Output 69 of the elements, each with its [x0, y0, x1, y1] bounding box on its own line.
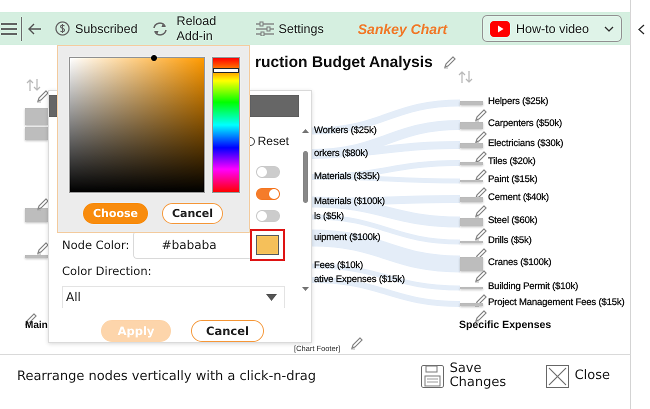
dollar-coin-icon [55, 21, 70, 36]
node-label: Materials ($35k) [314, 171, 380, 183]
node-bar[interactable] [25, 208, 48, 222]
node-label: Helpers ($25k) [488, 96, 548, 108]
scroll-down-icon [302, 287, 308, 291]
hue-handle[interactable] [213, 68, 239, 74]
node-label: uipment ($100k) [314, 232, 380, 244]
cancel-button[interactable]: Cancel [162, 203, 223, 224]
chevron-left-icon[interactable] [638, 24, 645, 35]
saturation-square[interactable] [69, 57, 205, 193]
chart-title: ruction Budget Analysis [255, 54, 433, 72]
field-label: Node Color: [62, 238, 130, 252]
node-bar[interactable] [460, 162, 483, 164]
node-label: Electricians ($30k) [488, 138, 564, 150]
status-hint: Rearrange nodes vertically with a click-n-drag [17, 368, 318, 384]
subscribed-button[interactable]: Subscribed [55, 21, 138, 36]
cancel-button[interactable]: Cancel [191, 320, 264, 342]
node-label: Drills ($5k) [488, 235, 532, 247]
node-label: Project Management Fees ($15k) [488, 297, 624, 309]
sliders-icon [256, 21, 274, 36]
node-label: Workers ($25k) [314, 125, 377, 137]
video-dropdown[interactable]: How-to video [482, 15, 622, 42]
hue-slider[interactable] [212, 57, 240, 193]
app-title: Sankey Chart [358, 20, 448, 36]
caret-down-icon [266, 294, 277, 301]
node-label: Steel ($60k) [488, 215, 538, 227]
node-label: ls ($5k) [314, 211, 344, 223]
node-bar[interactable] [460, 302, 483, 306]
node-label: orkers ($80k) [314, 148, 368, 160]
play-icon [490, 20, 510, 36]
column-label: Main [25, 320, 48, 331]
back-arrow-icon[interactable] [28, 22, 42, 34]
node-label: Carpenters ($50k) [488, 118, 562, 130]
node-label: Cement ($40k) [488, 192, 549, 204]
caret-down-icon [604, 26, 614, 32]
color-swatch[interactable] [250, 229, 285, 262]
column-label: Specific Expenses [459, 319, 552, 331]
node-bar[interactable] [460, 218, 483, 226]
close-icon [546, 364, 569, 388]
node-label: Fees ($10k) [314, 260, 364, 272]
refresh-icon [150, 20, 169, 36]
node-bar[interactable] [25, 127, 48, 140]
node-bar[interactable] [460, 196, 483, 202]
node-bar[interactable] [460, 101, 483, 105]
node-label: Paint ($15k) [488, 174, 538, 186]
settings-button[interactable]: Settings [256, 21, 324, 36]
node-label: Materials ($100k) [314, 196, 385, 208]
scrollbar-thumb[interactable] [302, 151, 308, 203]
toggle-switch[interactable] [256, 166, 280, 178]
reload-button[interactable]: Reload Add-in [150, 14, 221, 44]
scroll-up-icon [302, 129, 308, 133]
save-icon [420, 364, 444, 388]
sort-arrows-icon[interactable] [458, 70, 473, 84]
toggle-switch[interactable] [256, 210, 280, 222]
picker-handle[interactable] [151, 55, 157, 61]
toggle-switch[interactable] [256, 188, 280, 200]
node-bar[interactable] [25, 255, 48, 258]
node-bar[interactable] [460, 122, 483, 128]
node-label: ative Expenses ($15k) [314, 274, 405, 286]
node-label: Tiles ($20k) [488, 156, 536, 168]
node-label: Cranes ($100k) [488, 257, 552, 269]
node-bar[interactable] [25, 108, 48, 125]
field-label: Color Direction: [62, 264, 153, 280]
node-label: Building Permit ($10k) [488, 281, 578, 293]
menu-icon[interactable] [1, 22, 17, 36]
close-button[interactable]: Close [546, 364, 610, 388]
direction-dropdown[interactable]: All [62, 286, 285, 308]
node-bar[interactable] [460, 257, 483, 271]
node-bar[interactable] [460, 142, 483, 148]
